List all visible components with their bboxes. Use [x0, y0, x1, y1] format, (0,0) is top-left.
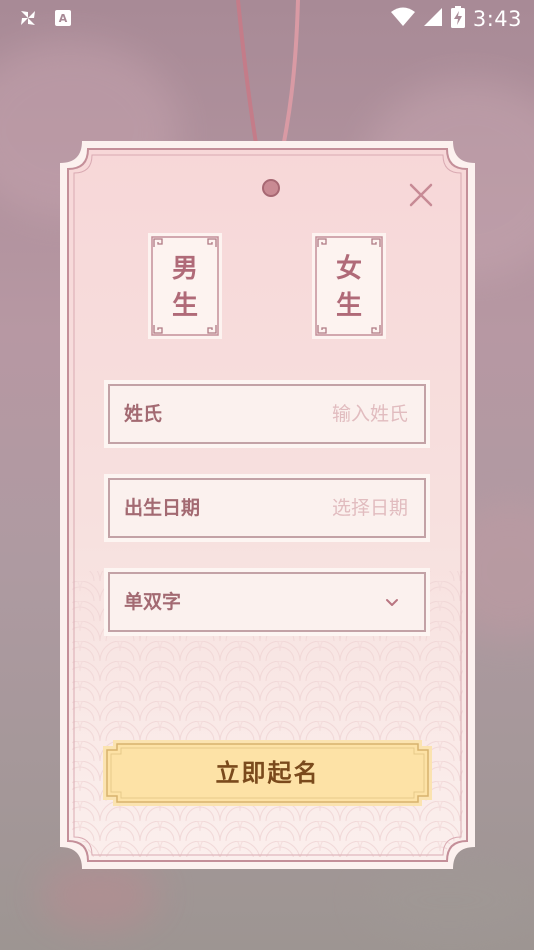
gender-female-char-1: 女 [335, 254, 362, 284]
status-bar: A 3:43 [0, 0, 534, 36]
keyboard-a-icon: A [54, 9, 72, 31]
gender-female-button[interactable]: 女 生 [312, 233, 386, 339]
submit-naming-button[interactable]: 立即起名 [103, 740, 432, 806]
battery-charging-icon [450, 6, 465, 32]
pinwheel-icon [18, 8, 38, 32]
submit-naming-label: 立即起名 [215, 759, 320, 787]
gender-male-char-2: 生 [171, 291, 198, 321]
gender-female-char-2: 生 [335, 291, 362, 321]
svg-text:A: A [59, 12, 68, 25]
name-length-select[interactable]: 单双字 [104, 568, 430, 636]
birth-date-label: 出生日期 [124, 497, 201, 519]
chevron-down-icon[interactable] [384, 595, 400, 609]
card-hole [262, 179, 280, 197]
gender-male-char-1: 男 [171, 254, 198, 284]
close-button[interactable] [404, 178, 438, 212]
name-length-label: 单双字 [124, 591, 182, 613]
birth-date-field[interactable]: 出生日期 选择日期 [104, 474, 430, 542]
gender-male-button[interactable]: 男 生 [148, 233, 222, 339]
wifi-icon [390, 7, 415, 31]
surname-label: 姓氏 [124, 403, 163, 425]
birth-date-picker[interactable]: 选择日期 [332, 474, 408, 542]
close-icon [409, 183, 433, 207]
surname-field[interactable]: 姓氏 输入姓氏 [104, 380, 430, 448]
surname-input[interactable]: 输入姓氏 [332, 380, 408, 448]
status-time: 3:43 [472, 7, 522, 31]
signal-icon [423, 7, 443, 31]
